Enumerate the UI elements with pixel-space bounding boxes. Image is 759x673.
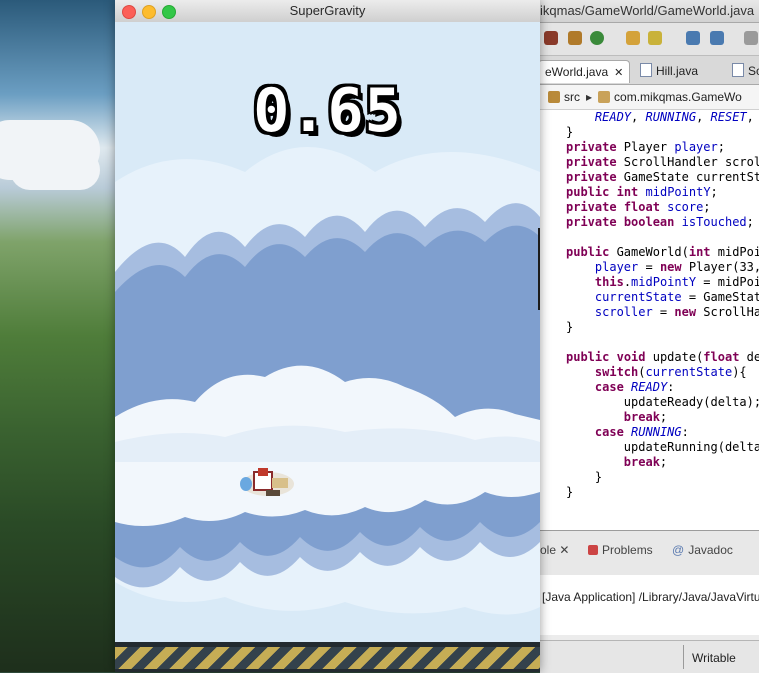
prev-annotation-icon[interactable] (710, 31, 724, 45)
desktop-wallpaper (0, 0, 120, 672)
tab-problems[interactable]: Problems (588, 543, 653, 557)
game-title-bar[interactable]: SuperGravity (115, 0, 540, 23)
eclipse-window: ikqmas/GameWorld/GameWorld.java eWorld.j… (538, 0, 759, 673)
player-sprite (240, 468, 294, 496)
eclipse-title-bar: ikqmas/GameWorld/GameWorld.java (540, 0, 759, 23)
close-icon[interactable]: ✕ (559, 543, 569, 557)
tab-label: eWorld.java (545, 65, 609, 79)
tab-console[interactable]: ole ✕ (540, 543, 569, 557)
game-scene[interactable]: 0.65 (115, 22, 540, 642)
game-window-title: SuperGravity (289, 3, 366, 18)
tab-gameworld[interactable]: eWorld.java ✕ (538, 60, 631, 83)
tab-label: Sc (748, 64, 759, 78)
game-window: SuperGravity 0.65 (115, 0, 540, 672)
open-folder-icon[interactable] (626, 31, 640, 45)
back-icon[interactable] (744, 31, 758, 45)
package-icon (598, 91, 611, 103)
breadcrumb-src[interactable]: src (564, 90, 580, 104)
tab-javadoc[interactable]: @ Javadoc (672, 543, 733, 557)
source-folder-icon (548, 91, 560, 103)
at-icon: @ (672, 543, 685, 557)
search-icon[interactable] (648, 31, 662, 45)
console-output[interactable]: [Java Application] /Library/Java/JavaVir… (540, 575, 759, 635)
breadcrumb: src ▸ com.mikqmas.GameWo (540, 85, 759, 110)
hazard-stripes (115, 647, 540, 669)
tab-label: Hill.java (656, 64, 699, 78)
tab-label: Problems (602, 543, 653, 557)
build-icon[interactable] (568, 31, 582, 45)
close-window-icon[interactable] (122, 5, 136, 19)
tab-hill[interactable]: Hill.java (634, 60, 704, 82)
tab-scroll[interactable]: Sc (726, 60, 759, 82)
console-line: [Java Application] /Library/Java/JavaVir… (542, 590, 759, 604)
close-icon[interactable]: ✕ (614, 67, 623, 79)
status-bar: Writable (540, 640, 759, 673)
code-text: READY, RUNNING, RESET, C } private Playe… (566, 110, 759, 499)
debug-icon[interactable] (544, 31, 558, 45)
breadcrumb-package[interactable]: com.mikqmas.GameWo (614, 90, 742, 104)
minimize-window-icon[interactable] (142, 5, 156, 19)
java-file-icon (732, 63, 744, 77)
editor-tab-bar: eWorld.java ✕ Hill.java Sc (538, 56, 759, 85)
tab-label: Javadoc (688, 543, 733, 557)
code-editor[interactable]: READY, RUNNING, RESET, C } private Playe… (540, 110, 759, 530)
maximize-window-icon[interactable] (162, 5, 176, 19)
score-display: 0.65 (253, 76, 402, 146)
run-icon[interactable] (590, 31, 604, 45)
status-divider (683, 645, 684, 669)
chevron-right-icon: ▸ (586, 90, 593, 104)
eclipse-toolbar (540, 23, 759, 56)
status-writable: Writable (692, 651, 736, 665)
java-file-icon (640, 63, 652, 77)
ground-strip (115, 642, 540, 672)
tab-label: ole (540, 543, 557, 557)
problems-icon (588, 545, 598, 555)
bottom-panel-tabs: ole ✕ Problems @ Javadoc (540, 530, 759, 575)
eclipse-title-text: ikqmas/GameWorld/GameWorld.java (540, 3, 755, 18)
window-edge (538, 228, 540, 310)
next-annotation-icon[interactable] (686, 31, 700, 45)
